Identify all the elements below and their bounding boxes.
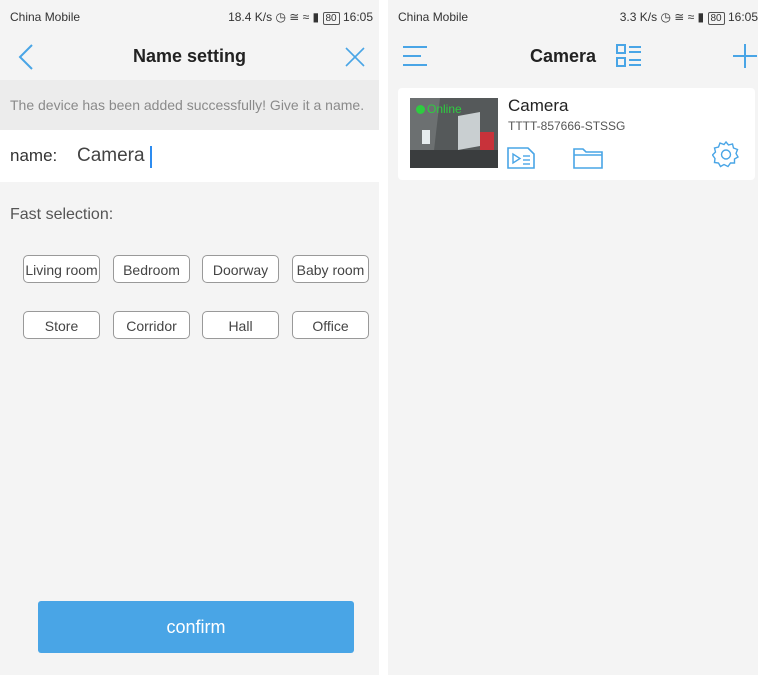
online-status: Online — [416, 102, 462, 116]
status-right: 18.4 K/s ◷ ≅ ≈ ▮ 80 16:05 — [228, 10, 373, 25]
chip-store[interactable]: Store — [23, 311, 100, 339]
page-title: Name setting — [132, 46, 247, 66]
online-label: Online — [427, 102, 462, 116]
status-icons: ◷ ≅ ≈ ▮ — [275, 10, 320, 24]
confirm-button[interactable]: confirm — [38, 601, 354, 653]
name-label: name: — [10, 146, 58, 165]
clock: 16:05 — [727, 10, 758, 24]
folder-icon[interactable] — [572, 146, 604, 170]
name-setting-screen: China Mobile 18.4 K/s ◷ ≅ ≈ ▮ 80 16:05 N… — [0, 0, 379, 675]
playback-icon[interactable] — [506, 144, 536, 170]
status-bar: China Mobile 3.3 K/s ◷ ≅ ≈ ▮ 80 16:05 — [388, 0, 758, 36]
camera-list-screen: China Mobile 3.3 K/s ◷ ≅ ≈ ▮ 80 16:05 Ca… — [388, 0, 758, 675]
screen-divider — [379, 0, 388, 675]
chip-bedroom[interactable]: Bedroom — [113, 255, 190, 283]
carrier-label: China Mobile — [398, 10, 469, 24]
success-banner: The device has been added successfully! … — [0, 80, 379, 130]
name-row: name: — [0, 130, 379, 182]
chip-doorway[interactable]: Doorway — [202, 255, 279, 283]
device-id: TTTT-857666-STSSG — [508, 119, 626, 133]
nav-bar: Camera — [388, 36, 758, 78]
camera-thumbnail[interactable]: Online — [410, 98, 498, 168]
add-icon[interactable] — [732, 43, 758, 69]
name-input[interactable] — [77, 142, 357, 170]
network-speed: 3.3 K/s — [619, 10, 658, 24]
status-icons: ◷ ≅ ≈ ▮ — [660, 10, 705, 24]
chip-corridor[interactable]: Corridor — [113, 311, 190, 339]
text-caret — [150, 146, 152, 168]
chip-baby-room[interactable]: Baby room — [292, 255, 369, 283]
settings-icon[interactable] — [712, 140, 740, 168]
battery-level: 80 — [322, 12, 340, 25]
battery-level: 80 — [707, 12, 725, 25]
chip-office[interactable]: Office — [292, 311, 369, 339]
list-view-icon[interactable] — [616, 43, 642, 69]
online-dot — [416, 105, 425, 114]
fast-selection-title: Fast selection: — [10, 206, 114, 223]
device-card[interactable]: Online Camera TTTT-857666-STSSG — [398, 88, 755, 180]
close-icon[interactable] — [345, 47, 365, 67]
nav-bar: Name setting — [0, 36, 379, 78]
clock: 16:05 — [342, 10, 373, 24]
status-bar: China Mobile 18.4 K/s ◷ ≅ ≈ ▮ 80 16:05 — [0, 0, 379, 36]
status-right: 3.3 K/s ◷ ≅ ≈ ▮ 80 16:05 — [619, 10, 758, 25]
page-title: Camera — [529, 46, 597, 66]
carrier-label: China Mobile — [10, 10, 81, 24]
chip-hall[interactable]: Hall — [202, 311, 279, 339]
chip-living-room[interactable]: Living room — [23, 255, 100, 283]
device-name: Camera — [508, 96, 569, 115]
network-speed: 18.4 K/s — [228, 10, 273, 24]
